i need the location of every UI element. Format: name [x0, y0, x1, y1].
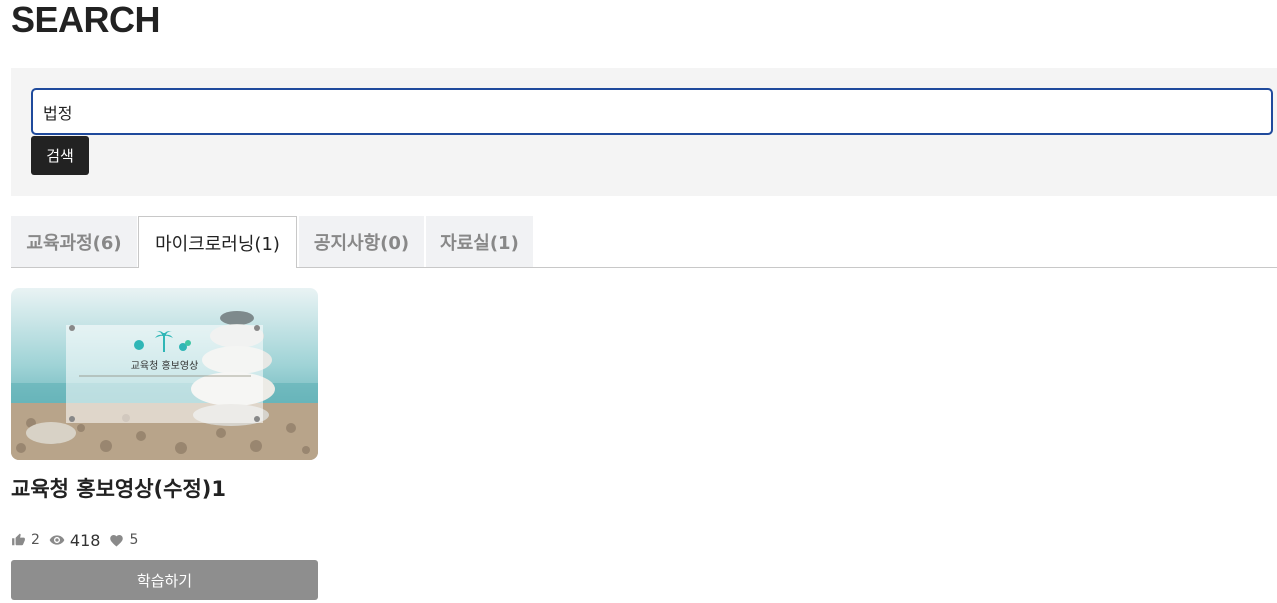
result-stats: 2 418 5 [11, 530, 147, 550]
search-input[interactable] [31, 88, 1273, 135]
tab-archive[interactable]: 자료실(1) [426, 216, 533, 267]
thumbs-up-icon [12, 533, 25, 546]
search-button[interactable]: 검색 [31, 136, 89, 175]
heart-count[interactable]: 5 [109, 532, 138, 548]
eye-icon [49, 535, 65, 545]
heart-icon [110, 535, 124, 547]
result-tabs: 교육과정(6) 마이크로러닝(1) 공지사항(0) 자료실(1) [11, 216, 1277, 268]
result-title[interactable]: 교육청 홍보영상(수정)1 [11, 473, 226, 503]
tab-microlearning[interactable]: 마이크로러닝(1) [138, 216, 297, 268]
view-count-value: 418 [69, 530, 101, 550]
like-count[interactable]: 2 [11, 532, 40, 548]
like-count-value: 2 [31, 532, 40, 548]
video-thumbnail[interactable]: 교육청 홍보영상 [11, 288, 318, 460]
page-title: SEARCH [11, 0, 161, 40]
learn-button[interactable]: 학습하기 [11, 560, 318, 600]
thumbnail-caption: 교육청 홍보영상 [131, 359, 199, 372]
tab-courses[interactable]: 교육과정(6) [11, 216, 137, 267]
heart-count-value: 5 [129, 532, 139, 548]
tab-notices[interactable]: 공지사항(0) [299, 216, 424, 267]
view-count: 418 [49, 530, 101, 550]
search-panel: 검색 [11, 68, 1277, 196]
